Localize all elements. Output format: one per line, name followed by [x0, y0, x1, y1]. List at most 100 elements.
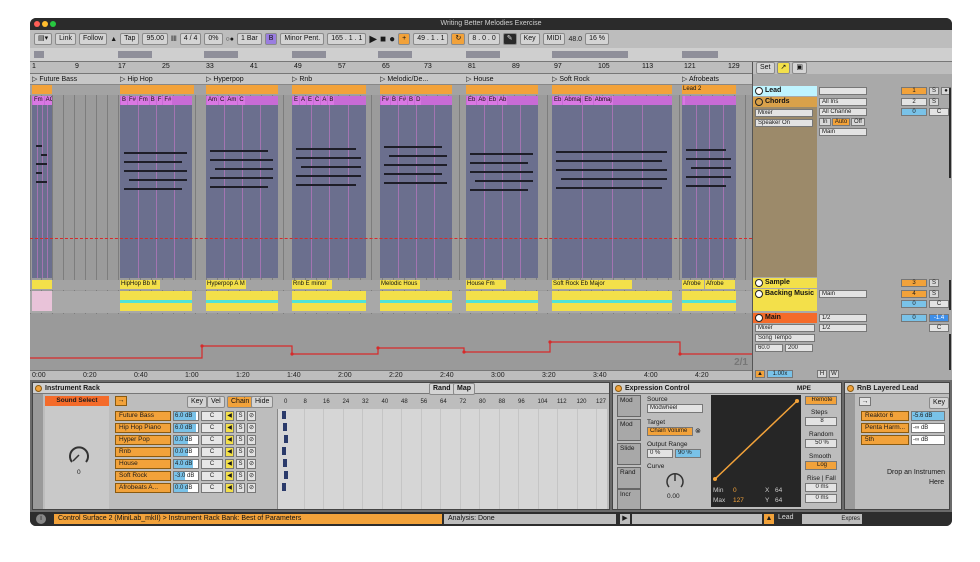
midi-note[interactable]	[129, 179, 187, 181]
record-icon[interactable]: ●	[389, 34, 395, 45]
main-volume-field[interactable]: 0	[901, 314, 927, 322]
arm-toggle-icon[interactable]: ↗	[776, 62, 791, 74]
chain-mute-icon[interactable]: ◀	[225, 471, 234, 481]
midi-note[interactable]	[686, 149, 726, 151]
hide-zone-tab[interactable]: Hide	[251, 396, 274, 408]
height-button[interactable]: H	[817, 370, 827, 378]
chain-mute-icon[interactable]: ◀	[225, 447, 234, 457]
monitor-in-button[interactable]: In	[819, 118, 831, 126]
chain-select-zone[interactable]	[282, 447, 286, 455]
scale-mode-select[interactable]: Minor Pent.	[280, 33, 325, 45]
chain-solo-button[interactable]: S	[236, 423, 245, 433]
minimize-window-icon[interactable]	[42, 21, 48, 27]
lead-track-io[interactable]	[819, 87, 867, 95]
metronome-icon[interactable]: ▲	[110, 36, 117, 43]
rack-chain-row[interactable]: Hip Hop Piano 6.0 dB C ◀ S ⊘	[115, 423, 275, 433]
tempo-automation-envelope[interactable]	[30, 314, 752, 370]
chain-pan[interactable]: C	[201, 411, 223, 421]
track-activator-icon[interactable]	[755, 87, 763, 95]
locator-marker[interactable]: ▷ Melodic/De...	[380, 75, 428, 83]
midi-note[interactable]	[210, 186, 268, 188]
rnb-chain-name[interactable]: Reaktor 6	[861, 411, 909, 421]
backing-clip[interactable]	[120, 291, 192, 311]
chain-pan[interactable]: C	[201, 471, 223, 481]
backing-clip[interactable]	[206, 291, 278, 311]
sample-clip[interactable]: Afrobe	[682, 280, 704, 289]
chain-volume[interactable]: 0.0 dB	[173, 447, 199, 457]
backing-clip[interactable]	[380, 291, 452, 311]
backing-volume-field[interactable]: 0	[901, 300, 927, 308]
midi-note[interactable]	[215, 168, 273, 170]
rnb-chain-name[interactable]: 5th	[861, 435, 909, 445]
solo-button[interactable]: S	[929, 98, 939, 106]
chain-hotswap-icon[interactable]: ⊘	[247, 423, 256, 433]
quantize-select[interactable]: 1 Bar	[237, 33, 262, 45]
chain-volume[interactable]: 0.0 dB	[173, 435, 199, 445]
midi-note[interactable]	[561, 151, 667, 153]
chain-select-zone[interactable]	[284, 471, 288, 479]
view-toggle-icon[interactable]: ▤▾	[34, 33, 53, 45]
swing-field[interactable]: 0%	[204, 33, 223, 45]
sample-clip[interactable]: Melodic Hous	[380, 280, 420, 289]
chords-output-select[interactable]: Main	[819, 128, 867, 136]
sample-clip[interactable]: Afrobe	[705, 280, 735, 289]
chain-solo-button[interactable]: S	[236, 483, 245, 493]
monitor-off-button[interactable]: Off	[851, 118, 865, 126]
key-zone-tab[interactable]: Key	[929, 397, 949, 409]
backing-output-select[interactable]: Main	[819, 290, 867, 298]
midi-note[interactable]	[215, 177, 273, 179]
set-button[interactable]: Set	[756, 62, 775, 74]
backing-clip[interactable]	[32, 291, 52, 311]
midi-note[interactable]	[686, 158, 726, 160]
midi-note[interactable]	[210, 159, 268, 161]
clear-target-icon[interactable]: ⊗	[695, 427, 701, 435]
main-split-select[interactable]: 1/2	[819, 314, 867, 322]
chain-hotswap-icon[interactable]: ⊘	[247, 459, 256, 469]
chain-mute-icon[interactable]: ◀	[225, 483, 234, 493]
sample-clip[interactable]: Rnb E minor	[292, 280, 332, 289]
metronome-toggle-icon[interactable]: ○●	[226, 36, 234, 43]
main-level-readout[interactable]: -1.4	[929, 314, 949, 322]
tempo-min-field[interactable]: 60.0	[755, 344, 783, 352]
chain-hotswap-icon[interactable]: ⊘	[247, 411, 256, 421]
min-value[interactable]: 0	[733, 487, 737, 494]
sample-clip[interactable]	[32, 280, 52, 289]
loop-length-field[interactable]: 8 . 0 . 0	[468, 33, 500, 45]
track-activator-icon[interactable]	[755, 98, 763, 106]
chords-channel-select[interactable]: All Channe	[819, 108, 867, 116]
lead-clip[interactable]	[206, 85, 278, 94]
sample-clip[interactable]: HipHop Bb M	[120, 280, 160, 289]
midi-note[interactable]	[124, 170, 182, 172]
chain-select-zone[interactable]	[282, 411, 286, 419]
backing-clip[interactable]	[466, 291, 538, 311]
midi-note[interactable]	[475, 153, 533, 155]
chain-solo-button[interactable]: S	[236, 447, 245, 457]
link-button[interactable]: Link	[55, 33, 76, 45]
random-field[interactable]: 50 %	[805, 439, 837, 448]
track-activator-icon[interactable]	[755, 290, 763, 298]
arrangement-zoom-field[interactable]: 1.00x	[767, 370, 793, 378]
rack-chain-row[interactable]: Afrobeats A... 0.0 dB C ◀ S ⊘	[115, 483, 275, 493]
zoom-field[interactable]: 16 %	[585, 33, 610, 45]
lead-clip[interactable]	[466, 85, 538, 94]
target-select[interactable]: Chain Volume	[647, 427, 693, 436]
chain-mute-icon[interactable]: ◀	[225, 423, 234, 433]
chain-hotswap-icon[interactable]: ⊘	[247, 447, 256, 457]
midi-note[interactable]	[686, 185, 726, 187]
chain-solo-button[interactable]: S	[236, 435, 245, 445]
rack-chain-row[interactable]: Soft Rock -3.0 dB C ◀ S ⊘	[115, 471, 275, 481]
midi-note[interactable]	[475, 180, 533, 182]
time-signature-field[interactable]: 4 / 4	[179, 33, 202, 45]
track-lead[interactable]: Lead	[753, 86, 817, 96]
midi-note[interactable]	[384, 182, 442, 184]
chord-clip[interactable]: F# B F# B D	[380, 96, 452, 278]
chord-clip[interactable]: Eb Ab Eb Ab	[466, 96, 538, 278]
locator-marker[interactable]: ▷ Hip Hop	[120, 75, 153, 83]
chain-pan[interactable]: C	[201, 435, 223, 445]
chain-volume[interactable]: 6.0 dB	[173, 411, 199, 421]
main-device-select[interactable]: Mixer	[755, 324, 815, 332]
rnb-layered-lead-panel[interactable]: RnB Layered Lead → Key Reaktor 6 -5.6 dB…	[844, 382, 950, 510]
track-up-icon[interactable]: ▲	[764, 514, 774, 524]
sample-clip[interactable]: House Fm	[466, 280, 506, 289]
rnb-chain-volume[interactable]: -∞ dB	[911, 435, 945, 445]
